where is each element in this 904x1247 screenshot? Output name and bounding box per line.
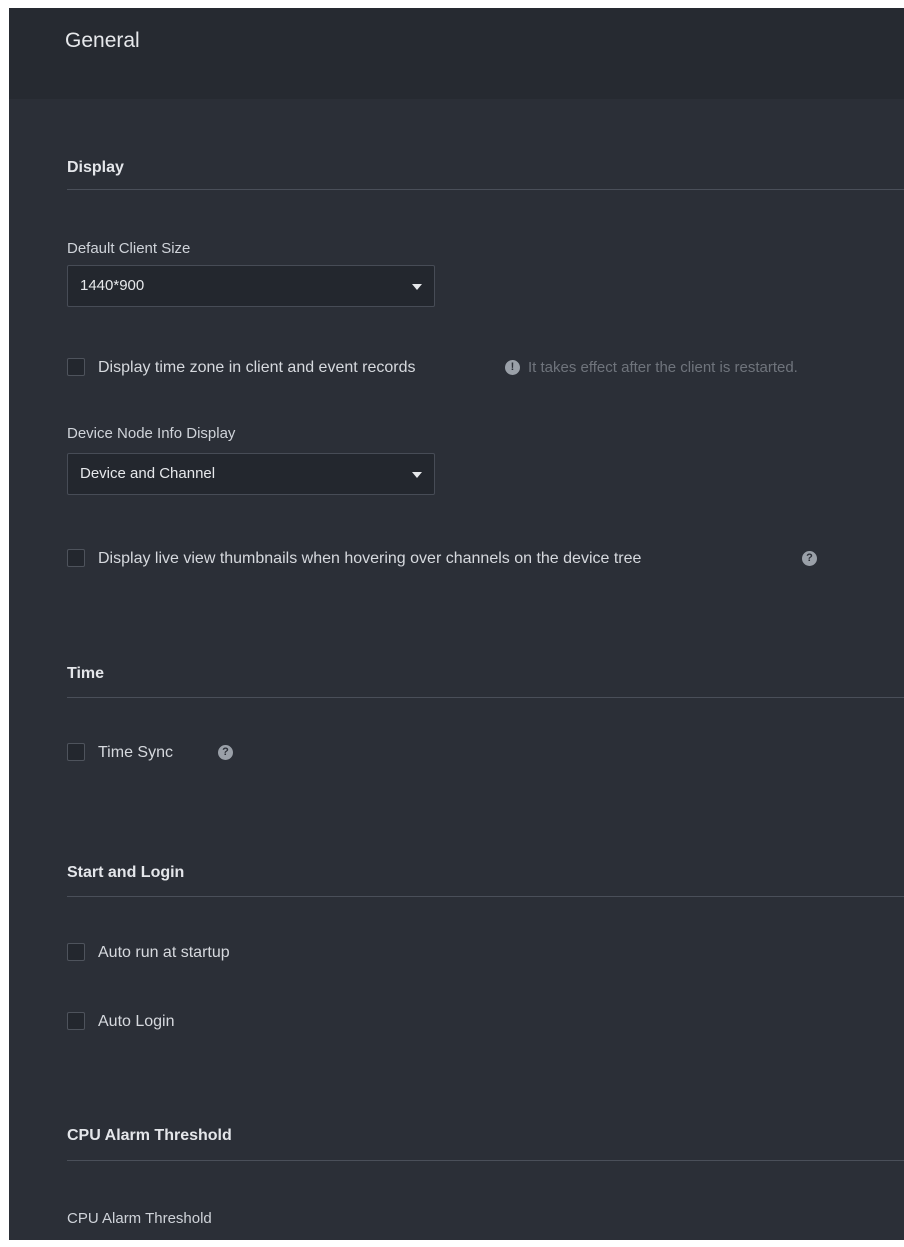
auto-run-checkbox[interactable] [67,943,85,961]
time-sync-checkbox[interactable] [67,743,85,761]
question-circle-icon[interactable]: ? [802,551,817,566]
settings-panel: General Display Default Client Size 1440… [9,8,904,1240]
auto-login-label: Auto Login [98,1013,175,1030]
start-login-section-divider [67,896,904,897]
auto-run-label: Auto run at startup [98,944,230,961]
device-node-info-value: Device and Channel [80,465,216,482]
device-node-info-label: Device Node Info Display [67,425,236,442]
chevron-down-icon [412,284,422,290]
auto-login-checkbox[interactable] [67,1012,85,1030]
live-view-thumbnails-label: Display live view thumbnails when hoveri… [98,550,642,567]
live-view-thumbnails-checkbox[interactable] [67,549,85,567]
exclamation-circle-icon: ! [505,360,520,375]
page-header: General [9,8,904,99]
cpu-threshold-label: CPU Alarm Threshold [67,1210,212,1227]
timezone-restart-hint: It takes effect after the client is rest… [528,359,798,376]
default-client-size-select[interactable]: 1440*900 [67,265,435,307]
page-title: General [65,29,140,52]
chevron-down-icon [412,472,422,478]
time-sync-option[interactable]: Time Sync ? [67,742,237,764]
display-timezone-option[interactable]: Display time zone in client and event re… [67,357,897,379]
auto-run-option[interactable]: Auto run at startup [67,942,277,964]
display-timezone-checkbox[interactable] [67,358,85,376]
default-client-size-label: Default Client Size [67,240,191,257]
display-section-title: Display [67,159,124,176]
question-circle-icon[interactable]: ? [218,745,233,760]
time-section-title: Time [67,665,105,682]
default-client-size-value: 1440*900 [80,277,145,294]
device-node-info-select[interactable]: Device and Channel [67,453,435,495]
auto-login-option[interactable]: Auto Login [67,1011,207,1033]
display-section-divider [67,189,904,190]
time-section-divider [67,697,904,698]
start-login-section-title: Start and Login [67,864,185,881]
time-sync-label: Time Sync [98,744,173,761]
live-view-thumbnails-option[interactable]: Display live view thumbnails when hoveri… [67,548,827,570]
display-timezone-label: Display time zone in client and event re… [98,359,416,376]
cpu-threshold-section-divider [67,1160,904,1161]
cpu-threshold-section-title: CPU Alarm Threshold [67,1127,232,1144]
